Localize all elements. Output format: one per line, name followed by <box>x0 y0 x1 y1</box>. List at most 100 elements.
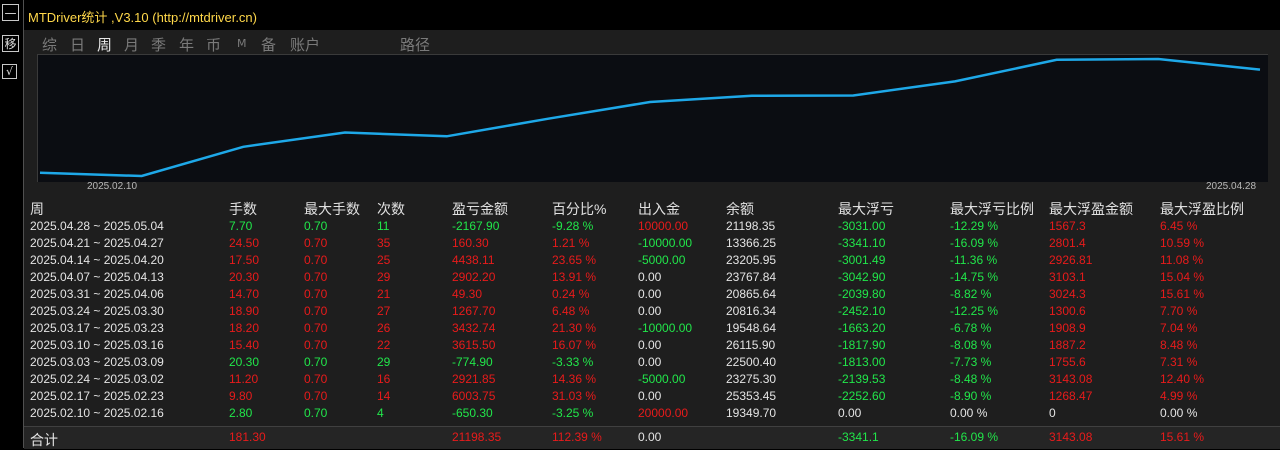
table-row[interactable]: 2025.03.24 ~ 2025.03.3018.900.70271267.7… <box>24 303 1280 320</box>
column-header[interactable]: 最大手数 <box>304 199 360 219</box>
table-cell: 0.70 <box>304 321 327 335</box>
table-cell: -2039.80 <box>838 287 885 301</box>
table-cell: 19548.64 <box>726 321 776 335</box>
tab-currency[interactable]: 币 <box>206 34 221 55</box>
table-cell: -5000.00 <box>638 253 685 267</box>
table-row[interactable]: 2025.04.14 ~ 2025.04.2017.500.70254438.1… <box>24 252 1280 269</box>
tab-bar: 综 日 周 月 季 年 币 M 备 账户 路径 <box>24 30 1280 54</box>
table-cell: 0.70 <box>304 338 327 352</box>
table-cell: -8.90 % <box>950 389 991 403</box>
table-cell: 22 <box>377 338 390 352</box>
table-row[interactable]: 2025.04.21 ~ 2025.04.2724.500.7035160.30… <box>24 235 1280 252</box>
column-header[interactable]: 周 <box>30 199 44 219</box>
table-cell: 49.30 <box>452 287 482 301</box>
table-cell: 19349.70 <box>726 406 776 420</box>
table-cell: -12.29 % <box>950 219 998 233</box>
table-row[interactable]: 2025.03.03 ~ 2025.03.0920.300.7029-774.9… <box>24 354 1280 371</box>
balance-chart-svg <box>38 55 1268 182</box>
minimize-button[interactable]: — <box>2 4 19 21</box>
table-row[interactable]: 2025.02.10 ~ 2025.02.162.800.704-650.30-… <box>24 405 1280 422</box>
column-header[interactable]: 最大浮盈金额 <box>1049 199 1133 219</box>
tab-account[interactable]: 账户 <box>290 34 320 55</box>
table-cell: 4438.11 <box>452 253 495 267</box>
column-header[interactable]: 余额 <box>726 199 754 219</box>
table-cell: 11.20 <box>229 372 258 386</box>
table-cell: 7.04 % <box>1160 321 1197 335</box>
table-cell: 1908.9 <box>1049 321 1086 335</box>
check-button[interactable]: √ <box>2 64 17 79</box>
table-cell: 2025.03.31 ~ 2025.04.06 <box>30 287 164 301</box>
table-row[interactable]: 2025.04.28 ~ 2025.05.047.700.7011-2167.9… <box>24 218 1280 235</box>
tab-month[interactable]: 月 <box>124 34 139 55</box>
table-cell: 1268.47 <box>1049 389 1092 403</box>
table-cell: -8.82 % <box>950 287 991 301</box>
table-cell: -3341.10 <box>838 236 885 250</box>
table-cell: 2025.03.10 ~ 2025.03.16 <box>30 338 164 352</box>
table-cell: 0.70 <box>304 355 327 369</box>
table-row[interactable]: 2025.03.17 ~ 2025.03.2318.200.70263432.7… <box>24 320 1280 337</box>
table-cell: 23275.30 <box>726 372 776 386</box>
total-cell: 112.39 % <box>552 430 602 444</box>
table-cell: -6.78 % <box>950 321 991 335</box>
table-row[interactable]: 2025.03.10 ~ 2025.03.1615.400.70223615.5… <box>24 337 1280 354</box>
column-header[interactable]: 次数 <box>377 199 405 219</box>
tab-m[interactable]: M <box>237 37 247 50</box>
tab-note[interactable]: 备 <box>261 34 276 55</box>
table-cell: -774.90 <box>452 355 493 369</box>
table-cell: 3024.3 <box>1049 287 1086 301</box>
table-cell: 0.00 <box>638 389 661 403</box>
column-header[interactable]: 手数 <box>229 199 257 219</box>
table-cell: 2801.4 <box>1049 236 1086 250</box>
table-cell: 15.40 <box>229 338 259 352</box>
table-cell: 2926.81 <box>1049 253 1092 267</box>
table-cell: 16 <box>377 372 390 386</box>
table-row[interactable]: 2025.02.17 ~ 2025.02.239.800.70146003.75… <box>24 388 1280 405</box>
total-cell: -16.09 % <box>950 430 998 444</box>
table-cell: -12.25 % <box>950 304 998 318</box>
table-header: 周 手数 最大手数次数 盈亏金额 百分比% 出入金 余额 最大浮亏 最大浮亏比例最大浮盈金额 最大… <box>24 198 1280 218</box>
table-cell: 0.00 % <box>1160 406 1197 420</box>
table-cell: 7.31 % <box>1160 355 1197 369</box>
table-cell: 0.00 <box>638 338 661 352</box>
table-cell: 7.70 <box>229 219 252 233</box>
table-cell: 3143.08 <box>1049 372 1092 386</box>
table-cell: 1887.2 <box>1049 338 1086 352</box>
table-cell: 2025.04.07 ~ 2025.04.13 <box>30 270 164 284</box>
tab-week[interactable]: 周 <box>97 34 112 55</box>
tab-summary[interactable]: 综 <box>42 34 57 55</box>
column-header[interactable]: 最大浮盈比例 <box>1160 199 1244 219</box>
table-cell: 10.59 % <box>1160 236 1204 250</box>
tab-quarter[interactable]: 季 <box>151 34 166 55</box>
tab-day[interactable]: 日 <box>70 34 85 55</box>
table-cell: -8.08 % <box>950 338 991 352</box>
column-header[interactable]: 盈亏金额 <box>452 199 508 219</box>
column-header[interactable]: 百分比% <box>552 199 606 219</box>
tab-path[interactable]: 路径 <box>400 34 430 55</box>
table-cell: 0.70 <box>304 372 327 386</box>
table-row[interactable]: 2025.03.31 ~ 2025.04.0614.700.702149.300… <box>24 286 1280 303</box>
column-header[interactable]: 出入金 <box>638 199 680 219</box>
table-cell: 6003.75 <box>452 389 495 403</box>
table-cell: 2921.85 <box>452 372 495 386</box>
table-cell: 22500.40 <box>726 355 776 369</box>
table-cell: 16.07 % <box>552 338 596 352</box>
table-cell: 2025.03.17 ~ 2025.03.23 <box>30 321 164 335</box>
table-row[interactable]: 2025.02.24 ~ 2025.03.0211.200.70162921.8… <box>24 371 1280 388</box>
column-header[interactable]: 最大浮亏 <box>838 199 894 219</box>
column-header[interactable]: 最大浮亏比例 <box>950 199 1034 219</box>
table-row[interactable]: 2025.04.07 ~ 2025.04.1320.300.70292902.2… <box>24 269 1280 286</box>
total-cell: 181.30 <box>229 430 266 444</box>
move-button[interactable]: 移 <box>2 35 19 52</box>
table-cell: 0.00 <box>838 406 861 420</box>
table-cell: 35 <box>377 236 390 250</box>
table-cell: 1300.6 <box>1049 304 1086 318</box>
table-cell: 21198.35 <box>726 219 775 233</box>
table-cell: 26 <box>377 321 390 335</box>
table-cell: -3.25 % <box>552 406 593 420</box>
table-cell: 29 <box>377 355 390 369</box>
table-cell: 14 <box>377 389 390 403</box>
table-cell: -3042.90 <box>838 270 885 284</box>
table-cell: 20000.00 <box>638 406 688 420</box>
table-cell: 21 <box>377 287 390 301</box>
tab-year[interactable]: 年 <box>179 34 194 55</box>
